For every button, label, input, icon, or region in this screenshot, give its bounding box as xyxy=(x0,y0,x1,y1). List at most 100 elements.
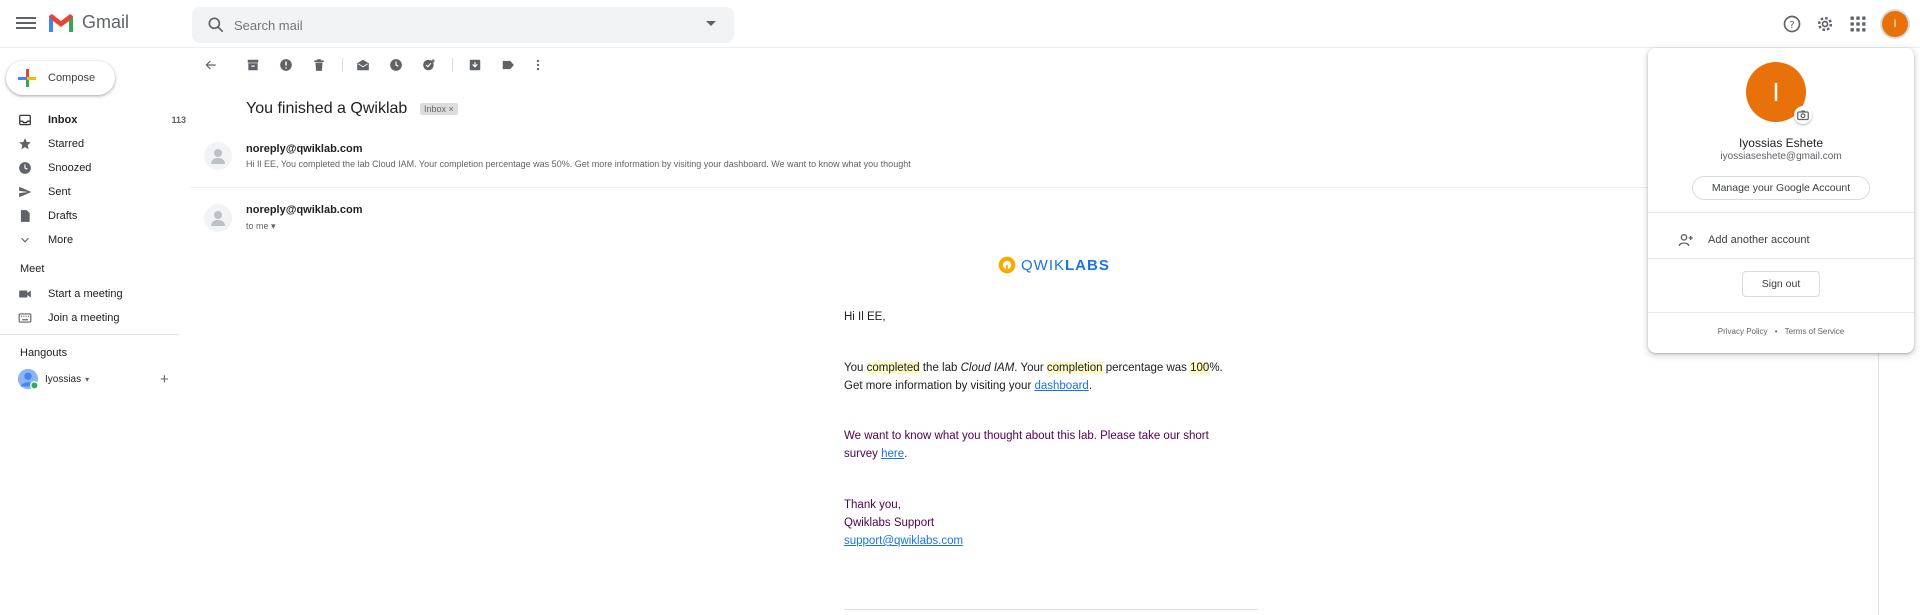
add-account-label: Add another account xyxy=(1708,234,1810,246)
sidebar-item-start-meeting[interactable]: Start a meeting xyxy=(18,284,178,304)
search-input[interactable] xyxy=(234,15,664,35)
compose-button[interactable]: Compose xyxy=(6,61,115,95)
sidebar-item-join-meeting[interactable]: Join a meeting xyxy=(18,308,178,328)
sidebar-item-label: Sent xyxy=(48,186,71,198)
add-another-account[interactable]: Add another account xyxy=(1678,232,1810,248)
main-menu-icon[interactable] xyxy=(16,14,36,34)
body-text: . xyxy=(904,448,908,460)
clock-icon xyxy=(19,162,31,174)
manage-account-button[interactable]: Manage your Google Account xyxy=(1692,176,1870,200)
meet-heading: Meet xyxy=(20,263,45,275)
apps-grid-icon[interactable] xyxy=(1848,14,1868,34)
report-spam-icon[interactable] xyxy=(279,58,293,72)
more-vertical-icon[interactable] xyxy=(531,58,545,72)
settings-gear-icon[interactable] xyxy=(1815,14,1835,34)
back-arrow-icon[interactable] xyxy=(204,58,218,72)
label-tag-icon[interactable] xyxy=(501,58,515,72)
highlighted-word: completion xyxy=(1046,362,1103,374)
remove-label-icon[interactable]: × xyxy=(449,104,454,114)
body-text: . Your xyxy=(1014,362,1047,374)
body-text: Get more information by visiting your xyxy=(844,380,1035,392)
inbox-icon xyxy=(19,114,31,126)
lab-name: Cloud IAM xyxy=(960,362,1015,374)
popup-divider xyxy=(1648,312,1914,313)
body-text: percentage was xyxy=(1102,362,1191,374)
body-text: %. xyxy=(1209,362,1223,374)
logo-text-labs: LABS xyxy=(1065,256,1110,274)
message-divider xyxy=(190,187,1650,188)
toolbar-divider xyxy=(342,58,343,72)
sidebar-item-more[interactable]: More xyxy=(18,230,178,250)
video-camera-icon xyxy=(19,290,31,298)
sidebar-item-sent[interactable]: Sent xyxy=(18,182,178,202)
sidebar-divider xyxy=(0,334,178,335)
message-snippet[interactable]: Hi Il EE, You completed the lab Cloud IA… xyxy=(246,159,911,169)
add-contact-icon[interactable]: + xyxy=(160,371,169,388)
chevron-down-icon xyxy=(21,237,29,243)
inbox-count: 113 xyxy=(171,115,186,125)
star-icon xyxy=(19,138,31,150)
add-to-tasks-icon[interactable] xyxy=(422,58,436,72)
search-options-icon[interactable] xyxy=(706,21,716,26)
status-dropdown-icon[interactable]: ▾ xyxy=(85,375,89,384)
compose-label: Compose xyxy=(48,72,96,84)
support-email-link[interactable]: support@qwiklabs.com xyxy=(844,535,963,547)
inbox-label-chip[interactable]: Inbox × xyxy=(420,103,458,115)
footer-separator: • xyxy=(1774,327,1778,336)
email-greeting: Hi Il EE, xyxy=(844,311,886,323)
terms-of-service-link[interactable]: Terms of Service xyxy=(1785,327,1845,336)
sidebar-item-label: Join a meeting xyxy=(48,312,120,324)
gmail-m-icon xyxy=(49,13,73,32)
sidebar-item-label: Start a meeting xyxy=(48,288,123,300)
sender-email[interactable]: noreply@qwiklab.com xyxy=(246,204,362,216)
help-icon[interactable]: ? xyxy=(1782,14,1802,34)
search-bar[interactable] xyxy=(192,7,734,43)
sidebar-item-drafts[interactable]: Drafts xyxy=(18,206,178,226)
popup-divider xyxy=(1648,212,1914,213)
sidebar-item-starred[interactable]: Starred xyxy=(18,134,178,154)
sender-avatar xyxy=(204,142,232,170)
privacy-policy-link[interactable]: Privacy Policy xyxy=(1718,327,1768,336)
account-name: Iyossias Eshete xyxy=(1738,136,1824,150)
logo-text-qwik: QWIK xyxy=(1021,256,1065,274)
keyboard-icon xyxy=(18,313,32,323)
body-text: survey xyxy=(844,448,882,460)
sidebar-item-snoozed[interactable]: Snoozed xyxy=(18,158,178,178)
hangouts-user[interactable]: Iyossias ▾ + xyxy=(17,368,177,390)
hangouts-heading: Hangouts xyxy=(20,347,68,359)
email-footer-divider xyxy=(844,609,1258,610)
camera-icon xyxy=(1797,110,1809,121)
delete-trash-icon[interactable] xyxy=(312,58,326,72)
add-person-icon xyxy=(1678,234,1693,247)
archive-icon[interactable] xyxy=(246,58,260,72)
mark-unread-icon[interactable] xyxy=(356,58,370,72)
sidebar-item-inbox[interactable]: Inbox 113 xyxy=(18,110,186,130)
to-me-label: to me xyxy=(246,221,269,231)
app-name: Gmail xyxy=(82,12,130,32)
change-photo-camera-icon[interactable] xyxy=(1794,106,1812,124)
compose-plus-icon xyxy=(18,69,36,87)
gmail-logo[interactable]: Gmail xyxy=(48,12,129,33)
sidebar-item-label: More xyxy=(48,234,74,246)
recipient-details[interactable]: to me ▾ xyxy=(246,221,276,232)
top-bar: Gmail ? I xyxy=(0,0,1920,48)
body-text: You xyxy=(844,362,867,374)
body-text: . xyxy=(1088,380,1093,392)
move-to-icon[interactable] xyxy=(468,58,482,72)
survey-link[interactable]: here xyxy=(881,448,904,460)
label-chip-text: Inbox xyxy=(424,104,447,114)
popup-footer: Privacy Policy • Terms of Service xyxy=(1648,327,1914,336)
thanks-text: Thank you, xyxy=(844,499,901,511)
dashboard-link[interactable]: dashboard xyxy=(1034,380,1088,392)
account-avatar[interactable]: I xyxy=(1882,11,1908,37)
popup-divider xyxy=(1648,258,1914,259)
completion-percentage: 100 xyxy=(1190,362,1210,374)
sender-email[interactable]: noreply@qwiklab.com xyxy=(246,143,362,155)
snooze-clock-icon[interactable] xyxy=(389,58,403,72)
svg-text:?: ? xyxy=(1789,20,1794,31)
details-chevron-icon[interactable]: ▾ xyxy=(271,221,276,231)
body-text: We want to know what you thought about t… xyxy=(844,430,1209,442)
sign-out-button[interactable]: Sign out xyxy=(1742,271,1820,297)
search-icon[interactable] xyxy=(206,15,226,35)
sender-avatar xyxy=(204,204,232,232)
